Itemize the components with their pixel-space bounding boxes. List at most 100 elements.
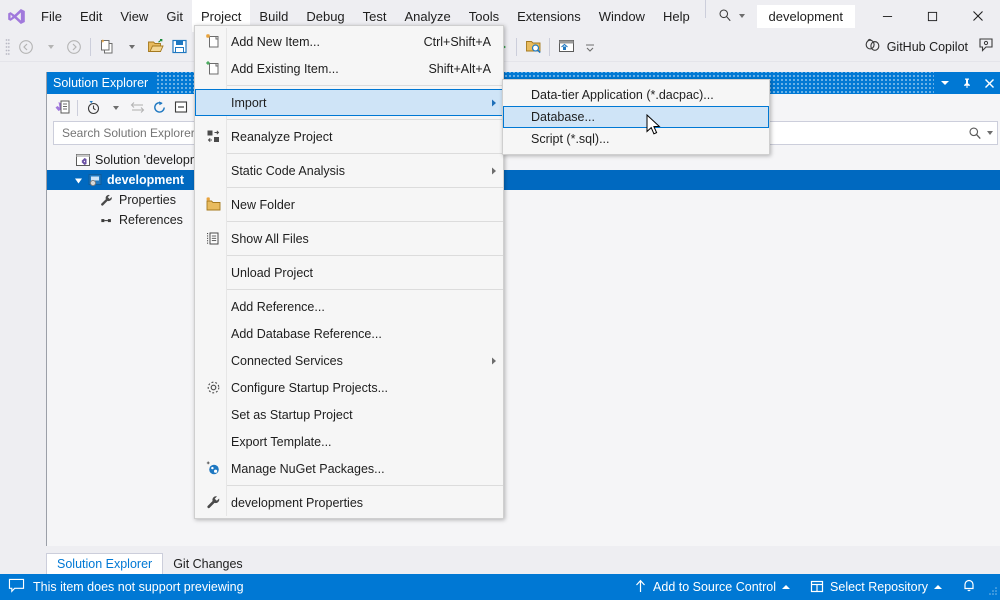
tab-git-changes[interactable]: Git Changes <box>163 553 252 574</box>
pending-changes-filter-icon[interactable] <box>82 97 104 119</box>
twisty-expanded-icon[interactable] <box>71 172 85 188</box>
bell-icon <box>962 578 976 596</box>
chevron-up-icon <box>934 585 942 589</box>
solution-explorer-title: Solution Explorer <box>53 76 149 90</box>
menu-item-new-folder[interactable]: New Folder <box>195 191 503 218</box>
navigate-back-button[interactable] <box>14 35 38 59</box>
import-submenu[interactable]: Data-tier Application (*.dacpac)... Data… <box>502 79 770 155</box>
menu-item-static-code-analysis[interactable]: Static Code Analysis <box>195 157 503 184</box>
menu-item-label: Export Template... <box>231 434 332 449</box>
pin-icon[interactable] <box>956 72 978 94</box>
solution-search-button[interactable] <box>521 35 545 59</box>
refresh-icon[interactable] <box>148 97 170 119</box>
menu-item-manage-nuget-packages[interactable]: Manage NuGet Packages... <box>195 455 503 482</box>
menu-item-reanalyze-project[interactable]: Reanalyze Project <box>195 123 503 150</box>
collapse-all-icon[interactable] <box>170 97 192 119</box>
tree-item-properties[interactable]: Properties <box>47 190 1000 210</box>
project-menu-dropdown[interactable]: Add New Item... Ctrl+Shift+A Add Existin… <box>194 25 504 519</box>
panel-dropdown-button[interactable] <box>934 72 956 94</box>
menu-item-label: Manage NuGet Packages... <box>231 461 385 476</box>
tool-window-tabs: Solution Explorer Git Changes <box>46 546 1000 574</box>
save-button[interactable] <box>167 35 191 59</box>
search-options-chevron-down-icon[interactable] <box>987 131 993 135</box>
menu-item-add-reference[interactable]: Add Reference... <box>195 293 503 320</box>
status-bar-right: Add to Source Control Select Repository <box>624 574 1000 600</box>
add-new-item-icon <box>195 33 231 50</box>
navigate-forward-button[interactable] <box>62 35 86 59</box>
toolbar-overflow-button[interactable] <box>578 35 602 59</box>
toolbar-divider-3 <box>516 37 517 56</box>
reanalyze-icon <box>195 128 231 145</box>
title-bar-right: development <box>751 0 1000 32</box>
solution-switcher-icon[interactable] <box>51 97 73 119</box>
status-bar-left: This item does not support previewing <box>0 578 244 596</box>
menu-view[interactable]: View <box>111 0 157 32</box>
toolbar-divider-4 <box>549 37 550 56</box>
menu-item-unload-project[interactable]: Unload Project <box>195 259 503 286</box>
chevron-down-icon <box>48 44 54 49</box>
menu-item-show-all-files[interactable]: Show All Files <box>195 225 503 252</box>
submenu-item-database[interactable]: Database... <box>503 106 769 128</box>
select-repository-button[interactable]: Select Repository <box>800 574 952 600</box>
close-icon[interactable] <box>978 72 1000 94</box>
quick-launch-search[interactable] <box>712 0 751 32</box>
menu-divider <box>704 0 706 18</box>
submenu-arrow-icon <box>485 356 503 366</box>
toolbar-grip[interactable] <box>0 38 14 56</box>
se-divider-1 <box>77 99 78 116</box>
tree-item-label: development <box>107 173 185 187</box>
tab-solution-explorer[interactable]: Solution Explorer <box>46 553 164 574</box>
menu-item-configure-startup-projects[interactable]: Configure Startup Projects... <box>195 374 503 401</box>
window-layout-button[interactable] <box>554 35 578 59</box>
menu-separator <box>227 187 503 188</box>
close-button[interactable] <box>955 0 1000 32</box>
search-icon[interactable] <box>968 126 982 140</box>
menu-item-label: Static Code Analysis <box>231 163 345 178</box>
wrench-icon <box>97 192 116 208</box>
tree-item-development-project[interactable]: development <box>47 170 1000 190</box>
minimize-button[interactable] <box>865 0 910 32</box>
submenu-item-data-tier-application[interactable]: Data-tier Application (*.dacpac)... <box>503 84 769 106</box>
menu-item-add-existing-item[interactable]: Add Existing Item... Shift+Alt+A <box>195 55 503 82</box>
status-message: This item does not support previewing <box>33 580 244 594</box>
menu-file[interactable]: File <box>32 0 71 32</box>
menu-item-add-new-item[interactable]: Add New Item... Ctrl+Shift+A <box>195 28 503 55</box>
menu-edit[interactable]: Edit <box>71 0 111 32</box>
menu-window[interactable]: Window <box>590 0 654 32</box>
tree-item-references[interactable]: References <box>47 210 1000 230</box>
add-to-source-control-button[interactable]: Add to Source Control <box>624 574 800 600</box>
chevron-down-icon <box>129 44 135 49</box>
window-controls[interactable] <box>865 0 1000 32</box>
menu-separator <box>227 119 503 120</box>
submenu-item-script-sql[interactable]: Script (*.sql)... <box>503 128 769 150</box>
menu-item-export-template[interactable]: Export Template... <box>195 428 503 455</box>
visual-studio-window: File Edit View Git Project Build Debug T… <box>0 0 1000 600</box>
menu-item-label: Import <box>231 95 267 110</box>
new-item-button[interactable] <box>95 35 119 59</box>
menu-item-label: Add New Item... <box>231 34 320 49</box>
menu-git[interactable]: Git <box>157 0 192 32</box>
menu-item-add-database-reference[interactable]: Add Database Reference... <box>195 320 503 347</box>
menu-extensions[interactable]: Extensions <box>508 0 590 32</box>
notifications-button[interactable] <box>952 574 986 600</box>
github-copilot-button[interactable]: GitHub Copilot <box>864 37 1000 57</box>
menu-item-connected-services[interactable]: Connected Services <box>195 347 503 374</box>
pending-changes-dropdown[interactable] <box>104 97 126 119</box>
submenu-item-label: Data-tier Application (*.dacpac)... <box>531 88 714 102</box>
maximize-button[interactable] <box>910 0 955 32</box>
copilot-label: GitHub Copilot <box>886 39 968 54</box>
nuget-icon <box>195 460 231 477</box>
menu-separator <box>227 485 503 486</box>
menu-item-set-as-startup-project[interactable]: Set as Startup Project <box>195 401 503 428</box>
menu-help[interactable]: Help <box>654 0 699 32</box>
menu-item-development-properties[interactable]: development Properties <box>195 489 503 516</box>
menu-item-label: Reanalyze Project <box>231 129 333 144</box>
navigate-back-dropdown[interactable] <box>38 35 62 59</box>
new-folder-icon <box>195 196 231 213</box>
resize-grip[interactable] <box>986 574 1000 600</box>
menu-item-label: Add Database Reference... <box>231 326 382 341</box>
new-item-dropdown[interactable] <box>119 35 143 59</box>
open-file-button[interactable] <box>143 35 167 59</box>
menu-item-import[interactable]: Import <box>195 89 503 116</box>
sync-with-active-document-icon[interactable] <box>126 97 148 119</box>
